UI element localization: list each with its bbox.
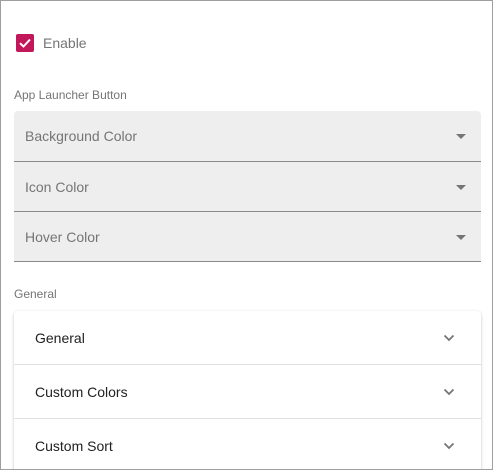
panel-custom-sort-label: Custom Sort	[35, 438, 113, 454]
checkmark-icon	[19, 38, 31, 48]
panel-custom-sort[interactable]: Custom Sort	[14, 419, 481, 469]
settings-window: Enable App Launcher Button Background Co…	[0, 0, 493, 470]
panel-general-label: General	[35, 329, 85, 346]
enable-checkbox[interactable]	[16, 34, 34, 52]
chevron-down-icon	[443, 334, 455, 341]
dropdown-arrow-icon	[456, 134, 466, 139]
app-launcher-fields: Background Color Icon Color Hover Color	[14, 111, 481, 262]
hover-color-label: Hover Color	[25, 228, 100, 245]
dropdown-arrow-icon	[456, 234, 466, 240]
chevron-down-icon	[443, 388, 455, 395]
general-section-label: General	[14, 287, 57, 301]
panel-general[interactable]: General	[14, 311, 481, 365]
app-launcher-section-label: App Launcher Button	[14, 88, 127, 102]
panel-custom-colors-label: Custom Colors	[35, 383, 128, 400]
background-color-label: Background Color	[25, 128, 138, 144]
dropdown-arrow-icon	[456, 184, 466, 190]
panel-custom-colors[interactable]: Custom Colors	[14, 365, 481, 419]
enable-toggle[interactable]: Enable	[16, 34, 87, 52]
background-color-select[interactable]: Background Color	[14, 111, 481, 162]
icon-color-label: Icon Color	[25, 178, 89, 195]
enable-label: Enable	[43, 35, 87, 51]
general-panels: General Custom Colors Custom Sort	[14, 311, 481, 469]
icon-color-select[interactable]: Icon Color	[14, 162, 481, 212]
chevron-down-icon	[443, 442, 455, 450]
hover-color-select[interactable]: Hover Color	[14, 212, 481, 262]
